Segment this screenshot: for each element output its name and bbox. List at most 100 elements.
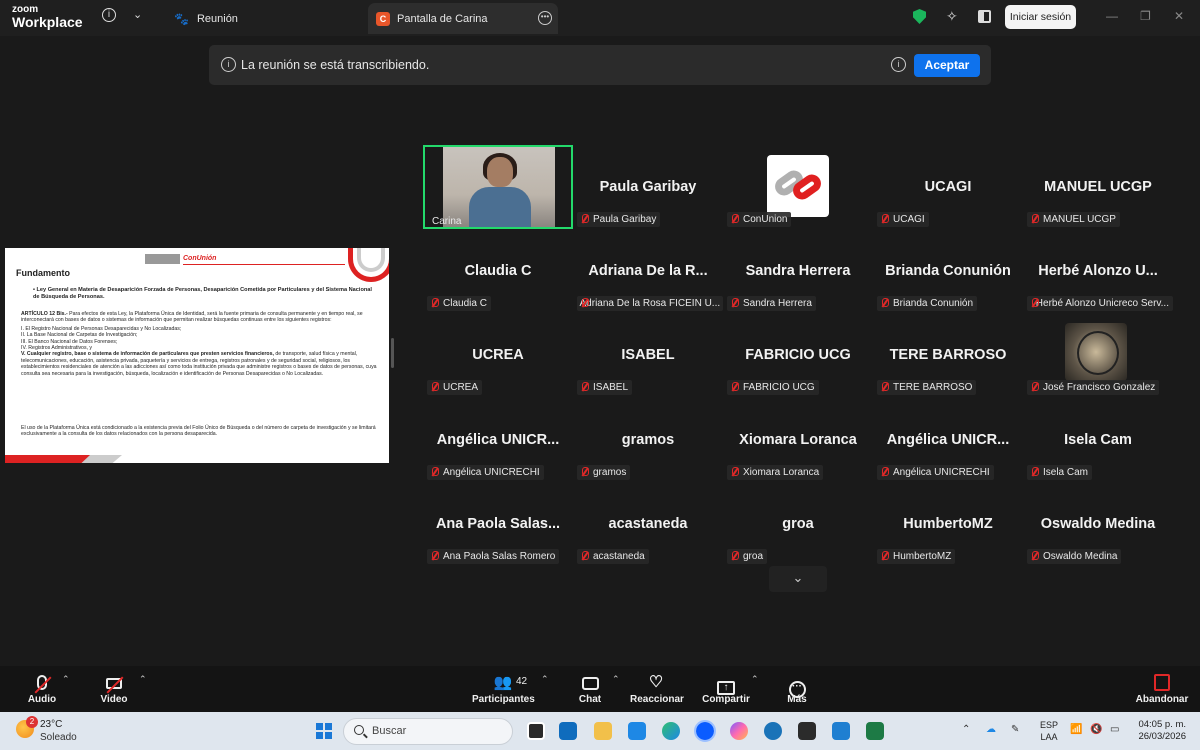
slide-decoration — [145, 254, 180, 264]
participant-name: Carina — [432, 216, 462, 227]
participant-tile[interactable]: ConUnion — [723, 145, 873, 229]
meeting-info-icon[interactable]: i — [102, 8, 116, 22]
participant-name: UCREA — [443, 382, 479, 393]
app-icon[interactable] — [798, 722, 816, 740]
chat-options-caret[interactable]: ⌃ — [612, 674, 620, 685]
participant-name: groa — [743, 551, 764, 562]
participant-tile[interactable]: Sandra Herrera Sandra Herrera — [723, 229, 873, 313]
participant-name: Paula Garibay — [593, 214, 657, 225]
participant-tile[interactable]: Isela Cam Isela Cam — [1023, 398, 1173, 482]
weather-condition[interactable]: Soleado — [40, 732, 77, 743]
participant-tile[interactable]: Claudia C Claudia C — [423, 229, 573, 313]
copilot-icon[interactable] — [730, 722, 748, 740]
participant-tile[interactable]: Carina — [423, 145, 573, 229]
tab-label: Pantalla de Carina — [397, 12, 488, 25]
slide-law-heading: • Ley General en Materia de Desaparición… — [33, 287, 372, 300]
participants-icon: 👥 — [493, 674, 513, 691]
security-shield-icon[interactable] — [913, 9, 926, 24]
participant-tile[interactable]: gramos gramos — [573, 398, 723, 482]
participant-tile[interactable]: José Francisco Gonzalez — [1023, 313, 1173, 397]
participant-tile[interactable]: acastaneda acastaneda — [573, 482, 723, 566]
video-options-caret[interactable]: ⌃ — [139, 674, 147, 685]
participant-name-label: ISABEL — [577, 380, 633, 395]
excel-icon[interactable] — [866, 722, 884, 740]
app-icon[interactable] — [628, 722, 646, 740]
participant-name: Oswaldo Medina — [1043, 551, 1118, 562]
leave-button[interactable]: Abandonar — [1134, 672, 1190, 705]
microphone-muted-icon — [427, 549, 443, 564]
participant-tile[interactable]: Xiomara Loranca Xiomara Loranca — [723, 398, 873, 482]
participant-tile[interactable]: UCAGI UCAGI — [873, 145, 1023, 229]
close-icon[interactable]: ✕ — [1174, 9, 1184, 23]
share-screen-button[interactable]: ↑ Compartir — [702, 672, 750, 705]
wifi-icon[interactable]: 📶 — [1070, 724, 1082, 735]
participant-name: HumbertoMZ — [893, 551, 952, 562]
volume-muted-icon[interactable]: 🔇 — [1090, 724, 1102, 735]
zoom-icon[interactable] — [694, 720, 716, 742]
participant-tile[interactable]: Adriana De la R... Adriana De la Rosa FI… — [573, 229, 723, 313]
slide-logo: ConUnión — [183, 255, 217, 262]
pen-icon[interactable]: ✎ — [1011, 724, 1019, 735]
audio-options-caret[interactable]: ⌃ — [62, 674, 70, 685]
dell-icon[interactable] — [764, 722, 782, 740]
participant-tile[interactable]: Angélica UNICR... Angélica UNICRECHI — [873, 398, 1023, 482]
layout-icon[interactable] — [978, 10, 991, 23]
participant-tile[interactable]: HumbertoMZ HumbertoMZ — [873, 482, 1023, 566]
minimize-icon[interactable]: — — [1106, 9, 1118, 23]
participant-tile[interactable]: TERE BARROSO TERE BARROSO — [873, 313, 1023, 397]
participant-name: MANUEL UCGP — [1043, 214, 1116, 225]
participant-name-label: acastaneda — [577, 549, 649, 564]
windows-taskbar: 2 23°C Soleado Buscar ⌃ ☁ ✎ ESP LAA 📶 🔇 … — [0, 712, 1200, 750]
participant-tile[interactable]: Brianda Conunión Brianda Conunión — [873, 229, 1023, 313]
more-button[interactable]: ··· Más — [783, 672, 811, 705]
participant-tile[interactable]: Herbé Alonzo U... Herbé Alonzo Unicreco … — [1023, 229, 1173, 313]
participant-tile[interactable]: MANUEL UCGP MANUEL UCGP — [1023, 145, 1173, 229]
participant-tile[interactable]: Ana Paola Salas... Ana Paola Salas Romer… — [423, 482, 573, 566]
shared-screen[interactable]: ConUnión Fundamento • Ley General en Mat… — [5, 248, 389, 463]
participant-tile[interactable]: Paula Garibay Paula Garibay — [573, 145, 723, 229]
outlook-icon[interactable] — [559, 722, 577, 740]
participant-name: Sandra Herrera — [743, 298, 812, 309]
tab-reunion[interactable]: 🐾 Reunión — [166, 3, 246, 34]
store-icon[interactable] — [832, 722, 850, 740]
participants-options-caret[interactable]: ⌃ — [541, 674, 549, 685]
chat-icon — [581, 677, 599, 690]
edge-icon[interactable] — [662, 722, 680, 740]
split-view-handle[interactable] — [391, 338, 394, 368]
participant-name-label: Paula Garibay — [577, 212, 661, 227]
info-icon[interactable]: i — [891, 57, 906, 72]
participant-tile[interactable]: Angélica UNICR... Angélica UNICRECHI — [423, 398, 573, 482]
ai-companion-icon[interactable]: ✧ — [946, 8, 958, 25]
language-indicator[interactable]: ESP LAA — [1040, 719, 1058, 743]
participant-tile[interactable]: groa groa — [723, 482, 873, 566]
file-explorer-icon[interactable] — [594, 722, 612, 740]
participant-display-name: Adriana De la R... — [588, 263, 708, 279]
task-view-icon[interactable] — [527, 722, 545, 740]
onedrive-icon[interactable]: ☁ — [986, 724, 996, 735]
weather-temperature[interactable]: 23°C — [40, 719, 62, 730]
participant-tile[interactable]: UCREA UCREA — [423, 313, 573, 397]
slide-title: Fundamento — [16, 268, 70, 278]
participant-tile[interactable]: ISABEL ISABEL — [573, 313, 723, 397]
taskbar-clock[interactable]: 04:05 p. m. 26/03/2026 — [1133, 719, 1186, 743]
accept-button[interactable]: Aceptar — [914, 54, 980, 77]
taskbar-search[interactable]: Buscar — [343, 718, 513, 745]
microphone-muted-icon — [727, 296, 743, 311]
react-button[interactable]: ♡ Reaccionar — [630, 672, 684, 705]
restore-icon[interactable]: ❐ — [1140, 9, 1151, 23]
participant-tile[interactable]: FABRICIO UCG FABRICIO UCG — [723, 313, 873, 397]
share-options-caret[interactable]: ⌃ — [751, 674, 759, 685]
microphone-muted-icon — [427, 380, 443, 395]
tray-chevron-icon[interactable]: ⌃ — [962, 724, 970, 735]
chevron-down-icon[interactable]: ⌄ — [133, 8, 142, 21]
battery-icon[interactable]: ▭ — [1110, 724, 1119, 735]
chat-button[interactable]: Chat — [574, 672, 606, 705]
tab-screen-share[interactable]: C Pantalla de Carina ••• — [368, 3, 558, 34]
participant-tile[interactable]: Oswaldo Medina Oswaldo Medina — [1023, 482, 1173, 566]
windows-start-icon[interactable] — [316, 723, 332, 739]
audio-button[interactable]: Audio — [22, 672, 62, 705]
signin-button[interactable]: Iniciar sesión — [1005, 5, 1076, 29]
more-options-icon[interactable]: ••• — [538, 11, 552, 25]
video-button[interactable]: Video — [94, 672, 134, 705]
scroll-down-button[interactable]: ⌄ — [769, 566, 827, 592]
